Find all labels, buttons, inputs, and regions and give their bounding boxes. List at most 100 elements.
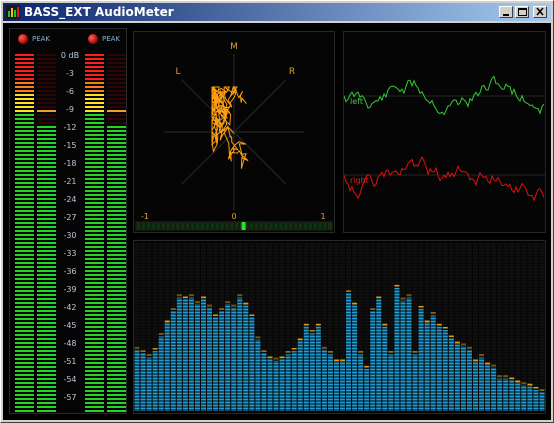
- meter-segment: [15, 158, 34, 160]
- meter-segment: [85, 326, 104, 328]
- meter-segment: [37, 70, 56, 72]
- spectrum-bar: [237, 297, 243, 411]
- meter-segment: [37, 326, 56, 328]
- meter-segment: [15, 170, 34, 172]
- meter-segment: [37, 310, 56, 312]
- balance-tick: [235, 223, 239, 229]
- spectrum-peak-marker: [527, 383, 533, 386]
- balance-indicator[interactable]: [241, 222, 246, 230]
- right-peak-meter: [107, 54, 126, 414]
- minimize-icon: [503, 14, 509, 16]
- spectrum-bar: [182, 299, 188, 411]
- meter-segment: [107, 114, 126, 116]
- meter-segment: [107, 86, 126, 88]
- meter-segment: [107, 190, 126, 192]
- db-scale-label: -12: [63, 123, 77, 132]
- meter-segment: [107, 90, 126, 92]
- meter-segment: [85, 158, 104, 160]
- balance-tick: [303, 223, 308, 229]
- db-scale-label: -57: [63, 393, 77, 402]
- meter-segment: [85, 246, 104, 248]
- minimize-button[interactable]: [499, 6, 513, 18]
- meter-segment: [85, 118, 104, 120]
- maximize-button[interactable]: [515, 6, 529, 18]
- balance-tick: [274, 223, 278, 229]
- meter-segment: [15, 310, 34, 312]
- meter-segment: [37, 286, 56, 288]
- close-button[interactable]: [533, 6, 547, 18]
- maximize-icon: [518, 8, 527, 16]
- meter-segment: [107, 154, 126, 156]
- meter-segment: [107, 146, 126, 148]
- meter-segment: [85, 166, 104, 168]
- meter-segment: [85, 318, 104, 320]
- meter-segment: [15, 78, 34, 80]
- balance-tick: [254, 223, 259, 229]
- meter-segment: [15, 94, 34, 96]
- spectrum-peak-marker: [243, 302, 249, 305]
- right-channel-waveform: [343, 156, 545, 202]
- right-peak-led-icon[interactable]: [88, 34, 98, 44]
- left-peak-led-icon[interactable]: [18, 34, 28, 44]
- spectrum-bar: [188, 297, 194, 411]
- meter-segment: [107, 326, 126, 328]
- balance-scale-min: -1: [141, 212, 149, 221]
- meter-segment: [85, 402, 104, 404]
- meter-segment: [15, 222, 34, 224]
- db-scale-label: -30: [63, 231, 77, 240]
- spectrum-bar: [279, 359, 285, 411]
- meter-segment: [15, 274, 34, 276]
- meter-segment: [85, 198, 104, 200]
- meter-segment: [85, 86, 104, 88]
- meter-segment: [85, 350, 104, 352]
- meter-segment: [37, 186, 56, 188]
- meter-segment: [85, 114, 104, 116]
- balance-bar: [135, 221, 333, 231]
- meter-segment: [85, 174, 104, 176]
- meter-segment: [107, 54, 126, 56]
- meter-segment: [85, 242, 104, 244]
- meter-segment: [37, 262, 56, 264]
- meter-segment: [85, 62, 104, 64]
- balance-tick: [249, 223, 254, 229]
- meter-segment: [15, 254, 34, 256]
- spectrum-bar: [509, 380, 515, 411]
- meter-segment: [37, 266, 56, 268]
- meter-segment: [107, 306, 126, 308]
- meter-segment: [37, 166, 56, 168]
- balance-tick: [205, 223, 210, 229]
- meter-segment: [15, 218, 34, 220]
- meter-segment: [107, 138, 126, 140]
- meter-segment: [107, 246, 126, 248]
- balance-tick: [181, 223, 185, 229]
- spectrum-bar: [176, 297, 182, 411]
- meter-segment: [107, 278, 126, 280]
- meter-segment: [85, 298, 104, 300]
- meter-segment: [107, 238, 126, 240]
- meter-segment: [37, 174, 56, 176]
- meter-segment: [85, 190, 104, 192]
- meter-segment: [37, 330, 56, 332]
- title-bar[interactable]: BASS_EXT AudioMeter: [3, 3, 551, 21]
- meter-segment: [37, 222, 56, 224]
- meter-segment: [37, 218, 56, 220]
- db-scale-label: -42: [63, 303, 77, 312]
- db-scale-label: -24: [63, 195, 77, 204]
- meter-segment: [37, 390, 56, 392]
- balance-tick: [171, 223, 175, 229]
- meter-segment: [85, 186, 104, 188]
- vectorscope-mid-label: M: [230, 42, 238, 52]
- meter-segment: [107, 110, 126, 112]
- meter-segment: [107, 134, 126, 136]
- meter-segment: [85, 266, 104, 268]
- meter-segment: [15, 406, 34, 408]
- vectorscope-panel: M L R -1 0 1: [133, 31, 335, 233]
- meter-segment: [85, 410, 104, 412]
- meter-segment: [15, 118, 34, 120]
- meter-segment: [15, 62, 34, 64]
- meter-segment: [15, 378, 34, 380]
- meter-segment: [107, 390, 126, 392]
- meter-segment: [107, 366, 126, 368]
- balance-tick: [186, 223, 190, 229]
- spectrum-peak-marker: [340, 359, 346, 362]
